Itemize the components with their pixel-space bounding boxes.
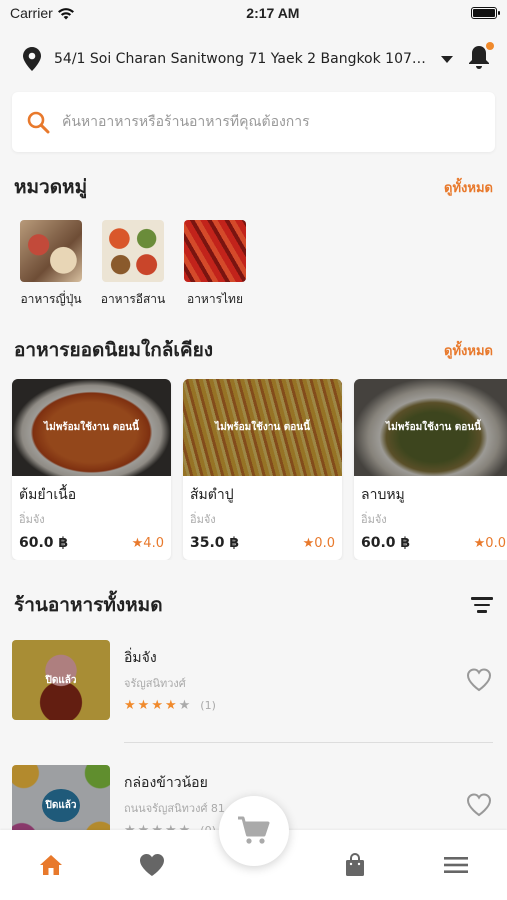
tab-orders[interactable] xyxy=(330,852,380,878)
category-thai[interactable]: อาหารไทย xyxy=(178,220,252,309)
dish-footer: 35.0 ฿ ★0.0 xyxy=(190,535,335,551)
popular-see-all-link[interactable]: ดูทั้งหมด xyxy=(444,340,493,361)
home-icon xyxy=(39,855,62,875)
cart-button[interactable] xyxy=(218,796,289,866)
battery-icon xyxy=(470,7,500,19)
category-image xyxy=(20,220,82,282)
category-list: อาหารญี่ปุ่น อาหารอีสาน อาหารไทย xyxy=(0,220,507,309)
categories-see-all-link[interactable]: ดูทั้งหมด xyxy=(444,177,493,198)
restaurant-image: ปิดแล้ว xyxy=(12,640,110,720)
category-japanese[interactable]: อาหารญี่ปุ่น xyxy=(14,220,88,309)
dish-image: ไม่พร้อมใช้งาน ตอนนี้ xyxy=(12,379,171,476)
dish-image: ไม่พร้อมใช้งาน ตอนนี้ xyxy=(354,379,507,476)
dish-footer: 60.0 ฿ ★0.0 xyxy=(361,535,506,551)
clock: 2:17 AM xyxy=(246,5,300,21)
address-bar[interactable]: 54/1 Soi Charan Sanitwong 71 Yaek 2 Bang… xyxy=(0,26,507,92)
categories-title: หมวดหมู่ xyxy=(14,176,88,198)
unavailable-label: ไม่พร้อมใช้งาน ตอนนี้ xyxy=(386,422,481,433)
status-left: Carrier xyxy=(10,5,75,21)
unavailable-label: ไม่พร้อมใช้งาน ตอนนี้ xyxy=(215,422,310,433)
categories-header: หมวดหมู่ ดูทั้งหมด xyxy=(0,172,507,202)
dish-shop: อิ่มจัง xyxy=(190,513,216,526)
dish-card[interactable]: ไม่พร้อมใช้งาน ตอนนี้ ส้มตำปู อิ่มจัง 35… xyxy=(183,379,342,560)
bag-icon xyxy=(345,853,364,876)
restaurant-address: ถนนจรัญสนิทวงศ์ 81 xyxy=(124,802,225,815)
dish-rating: ★0.0 xyxy=(473,535,506,551)
star-rating: ★ ★ ★ ★ ★ (1) xyxy=(124,698,465,713)
category-label: อาหารไทย xyxy=(186,292,243,306)
tab-home[interactable] xyxy=(26,853,76,877)
notification-button[interactable] xyxy=(467,42,494,74)
unavailable-label: ไม่พร้อมใช้งาน ตอนนี้ xyxy=(44,422,139,433)
popular-dish-list: ไม่พร้อมใช้งาน ตอนนี้ ต้มยำเนื้อ อิ่มจัง… xyxy=(0,379,507,560)
category-image xyxy=(102,220,164,282)
status-bar: Carrier 2:17 AM xyxy=(0,0,507,26)
dish-name: ลาบหมู xyxy=(361,487,405,503)
star-icon: ★ xyxy=(178,698,191,713)
search-icon xyxy=(27,111,50,134)
category-image xyxy=(184,220,246,282)
dish-shop: อิ่มจัง xyxy=(361,513,387,526)
restaurant-name: อิ่มจัง xyxy=(124,650,157,666)
favorite-heart-icon[interactable] xyxy=(465,667,493,693)
chevron-down-icon[interactable] xyxy=(441,55,453,63)
wifi-icon xyxy=(57,7,74,19)
cart-icon xyxy=(237,816,269,844)
filter-icon[interactable] xyxy=(471,597,493,613)
dish-card[interactable]: ไม่พร้อมใช้งาน ตอนนี้ ต้มยำเนื้อ อิ่มจัง… xyxy=(12,379,171,560)
tab-favorites[interactable] xyxy=(127,852,177,878)
search-input[interactable] xyxy=(62,114,481,130)
tab-menu[interactable] xyxy=(431,855,481,875)
star-icon: ★ xyxy=(124,698,136,713)
dish-price: 60.0 ฿ xyxy=(19,535,69,551)
closed-label: ปิดแล้ว xyxy=(42,788,80,822)
battery-fill xyxy=(472,9,495,17)
dish-shop: อิ่มจัง xyxy=(19,513,45,526)
restaurants-header: ร้านอาหารทั้งหมด xyxy=(0,590,507,620)
restaurant-row[interactable]: ปิดแล้ว อิ่มจัง จรัญสนิทวงศ์ ★ ★ ★ ★ ★ (… xyxy=(0,632,507,728)
star-icon: ★ xyxy=(164,698,177,713)
search-box[interactable] xyxy=(12,92,495,152)
restaurants-title: ร้านอาหารทั้งหมด xyxy=(14,594,163,616)
dish-body: ส้มตำปู อิ่มจัง 35.0 ฿ ★0.0 xyxy=(183,476,342,560)
dish-footer: 60.0 ฿ ★4.0 xyxy=(19,535,164,551)
favorite-heart-icon[interactable] xyxy=(465,792,493,818)
carrier-label: Carrier xyxy=(10,5,53,21)
restaurant-address: จรัญสนิทวงศ์ xyxy=(124,677,186,690)
row-divider xyxy=(124,742,493,743)
notification-dot xyxy=(486,42,494,50)
menu-icon xyxy=(444,857,469,873)
review-count: (1) xyxy=(200,699,216,712)
category-label: อาหารอีสาน xyxy=(100,292,166,306)
dish-body: ลาบหมู อิ่มจัง 60.0 ฿ ★0.0 xyxy=(354,476,507,560)
dish-price: 35.0 ฿ xyxy=(190,535,240,551)
dish-name: ส้มตำปู xyxy=(190,487,234,503)
delivery-address[interactable]: 54/1 Soi Charan Sanitwong 71 Yaek 2 Bang… xyxy=(54,51,433,67)
dish-price: 60.0 ฿ xyxy=(361,535,411,551)
restaurant-info: อิ่มจัง จรัญสนิทวงศ์ ★ ★ ★ ★ ★ (1) xyxy=(124,647,465,713)
star-icon: ★ xyxy=(137,698,150,713)
closed-label: ปิดแล้ว xyxy=(45,674,77,686)
heart-icon xyxy=(140,854,165,876)
dish-card[interactable]: ไม่พร้อมใช้งาน ตอนนี้ ลาบหมู อิ่มจัง 60.… xyxy=(354,379,507,560)
restaurant-name: กล่องข้าวน้อย xyxy=(124,775,208,791)
category-isan[interactable]: อาหารอีสาน xyxy=(96,220,170,309)
category-label: อาหารญี่ปุ่น xyxy=(20,292,82,306)
dish-image: ไม่พร้อมใช้งาน ตอนนี้ xyxy=(183,379,342,476)
dish-name: ต้มยำเนื้อ xyxy=(19,487,77,503)
dish-rating: ★4.0 xyxy=(131,535,164,551)
popular-header: อาหารยอดนิยมใกล้เคียง ดูทั้งหมด xyxy=(0,335,507,365)
dish-body: ต้มยำเนื้อ อิ่มจัง 60.0 ฿ ★4.0 xyxy=(12,476,171,560)
dish-rating: ★0.0 xyxy=(302,535,335,551)
popular-title: อาหารยอดนิยมใกล้เคียง xyxy=(14,339,214,361)
restaurant-info: กล่องข้าวน้อย ถนนจรัญสนิทวงศ์ 81 ★ ★ ★ ★… xyxy=(124,772,465,838)
star-icon: ★ xyxy=(151,698,163,713)
location-pin-icon xyxy=(23,47,41,71)
